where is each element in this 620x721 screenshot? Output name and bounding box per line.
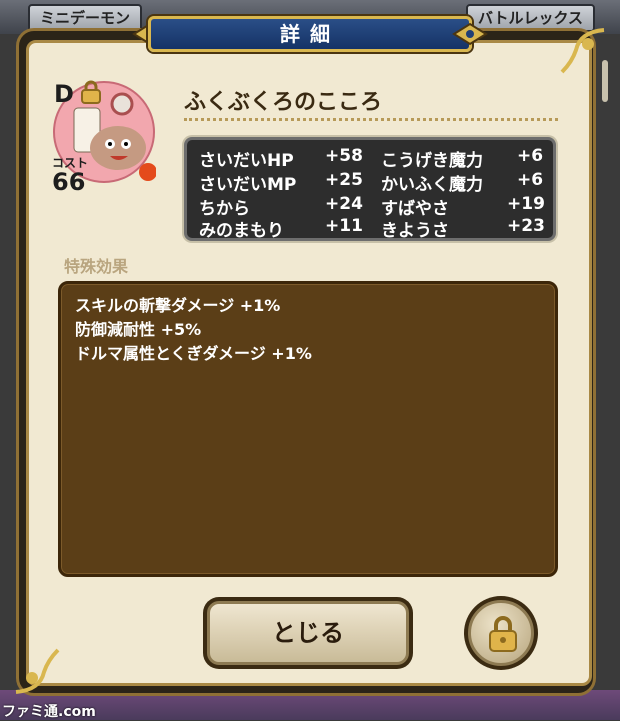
- stat-value: +23: [507, 216, 545, 236]
- padlock-icon: [489, 616, 517, 652]
- stat-label: さいだいMP: [199, 175, 297, 195]
- stat-value: +24: [325, 194, 363, 214]
- header-plate: 詳細: [148, 16, 472, 52]
- fleur-right-icon: [452, 22, 488, 46]
- close-button-label[interactable]: とじる: [207, 601, 409, 665]
- watermark: ファミ通.com: [2, 704, 96, 720]
- dialog-header: 詳細: [130, 12, 490, 56]
- effect-line: スキルの斬撃ダメージ +1%: [75, 296, 281, 315]
- corner-ornament-icon: [15, 648, 60, 694]
- effect-line: 防御減耐性 +5%: [75, 320, 202, 339]
- stat-label: みのまもり: [199, 221, 284, 241]
- special-effects-heading: 特殊効果: [64, 257, 129, 276]
- stat-label: きようさ: [381, 221, 449, 241]
- item-name: ふくぶくろのこころ: [184, 90, 383, 115]
- effect-line: ドルマ属性とくぎダメージ +1%: [75, 344, 312, 363]
- lock-small-icon: [81, 80, 101, 104]
- stat-value: +11: [325, 216, 363, 236]
- stat-label: さいだいHP: [199, 151, 294, 171]
- stat-label: こうげき魔力: [381, 151, 483, 171]
- rank-badge: D: [54, 80, 74, 108]
- cost-value: 66: [52, 168, 86, 196]
- stat-value: +25: [325, 170, 363, 190]
- lock-button[interactable]: [464, 596, 538, 670]
- lock-button-face[interactable]: [468, 600, 534, 666]
- special-effects-panel: スキルの斬撃ダメージ +1% 防御減耐性 +5% ドルマ属性とくぎダメージ +1…: [58, 281, 558, 577]
- stat-value: +6: [517, 170, 544, 190]
- stat-value: +6: [517, 146, 544, 166]
- dotted-divider: [184, 118, 558, 121]
- stat-label: かいふく魔力: [381, 175, 483, 195]
- stat-value: +19: [507, 194, 545, 214]
- page-title: 詳細: [280, 22, 340, 46]
- stats-panel: さいだいHP +58 こうげき魔力 +6 さいだいMP +25 かいふく魔力 +…: [184, 137, 556, 241]
- scrollbar[interactable]: [602, 60, 608, 102]
- corner-ornament-icon: [560, 28, 605, 74]
- stat-value: +58: [325, 146, 363, 166]
- close-button[interactable]: とじる: [203, 597, 413, 669]
